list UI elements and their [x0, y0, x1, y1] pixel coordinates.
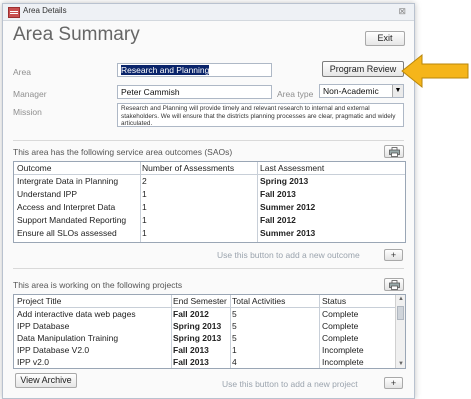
program-review-button[interactable]: Program Review [322, 61, 404, 77]
page-title: Area Summary [13, 24, 140, 45]
project-title: IPP Database [17, 321, 70, 331]
divider [13, 140, 404, 141]
outcomes-table: Outcome Number of Assessments Last Asses… [13, 161, 406, 243]
project-status: Complete [322, 309, 359, 319]
total-activities: 5 [232, 333, 237, 343]
project-title: IPP v2.0 [17, 357, 49, 367]
project-status: Complete [322, 321, 359, 331]
area-field[interactable]: Research and Planning [117, 63, 272, 77]
print-projects-button[interactable] [384, 278, 404, 291]
column-header-total-activities[interactable]: Total Activities [232, 296, 285, 306]
outcome-name: Intergrate Data in Planning [17, 176, 119, 186]
add-outcome-button[interactable]: + [384, 249, 403, 261]
manager-label: Manager [13, 89, 47, 99]
assessment-count: 1 [142, 228, 147, 238]
column-header-number-of-assessments[interactable]: Number of Assessments [142, 163, 234, 173]
assessment-count: 2 [142, 176, 147, 186]
column-header-status[interactable]: Status [322, 296, 346, 306]
total-activities: 5 [232, 309, 237, 319]
total-activities: 5 [232, 321, 237, 331]
exit-button[interactable]: Exit [365, 31, 405, 46]
last-assessment: Fall 2013 [260, 189, 296, 199]
projects-section-title: This area is working on the following pr… [13, 280, 183, 290]
mission-label: Mission [13, 107, 42, 117]
end-semester: Fall 2013 [173, 357, 209, 367]
assessment-count: 1 [142, 202, 147, 212]
outcome-name: Access and Interpret Data [17, 202, 116, 212]
outcome-name: Support Mandated Reporting [17, 215, 127, 225]
end-semester: Spring 2013 [173, 321, 222, 331]
total-activities: 4 [232, 357, 237, 367]
title-bar: Area Details ⊠ [3, 4, 414, 21]
projects-scrollbar[interactable]: ▲ ▼ [395, 295, 405, 368]
end-semester: Spring 2013 [173, 333, 222, 343]
end-semester: Fall 2012 [173, 309, 209, 319]
outcomes-section-title: This area has the following service area… [13, 147, 233, 157]
form-icon [8, 7, 20, 18]
header-divider [14, 307, 397, 308]
area-field-value: Research and Planning [121, 65, 210, 75]
scroll-up-icon[interactable]: ▲ [398, 296, 404, 302]
printer-icon [389, 280, 400, 290]
last-assessment: Fall 2012 [260, 215, 296, 225]
header-divider [14, 174, 405, 175]
outcome-name: Understand IPP [17, 189, 78, 199]
divider [13, 268, 404, 269]
add-project-button[interactable]: + [384, 377, 403, 389]
total-activities: 1 [232, 345, 237, 355]
project-status: Incomplete [322, 345, 364, 355]
end-semester: Fall 2013 [173, 345, 209, 355]
scroll-down-icon[interactable]: ▼ [398, 361, 404, 367]
view-archive-button[interactable]: View Archive [15, 373, 77, 388]
add-project-hint: Use this button to add a new project [222, 379, 358, 389]
last-assessment: Summer 2013 [260, 228, 316, 238]
assessment-count: 1 [142, 189, 147, 199]
area-label: Area [13, 67, 31, 77]
manager-field[interactable]: Peter Cammish [117, 85, 272, 99]
project-title: Add interactive data web pages [17, 309, 136, 319]
column-header-last-assessment[interactable]: Last Assessment [260, 163, 324, 173]
outcome-name: Ensure all SLOs assessed [17, 228, 117, 238]
close-icon[interactable]: ⊠ [398, 6, 406, 17]
area-type-label: Area type [277, 89, 314, 99]
column-header-outcome[interactable]: Outcome [17, 163, 52, 173]
last-assessment: Spring 2013 [260, 176, 309, 186]
area-details-window: Area Details ⊠ Area Summary Exit Area Re… [2, 3, 415, 399]
project-title: IPP Database V2.0 [17, 345, 90, 355]
projects-table: Project Title End Semester Total Activit… [13, 294, 406, 369]
arrow-left-icon [401, 53, 469, 89]
window-title: Area Details [23, 6, 67, 15]
last-assessment: Summer 2012 [260, 202, 316, 212]
project-status: Complete [322, 333, 359, 343]
printer-icon [389, 147, 400, 157]
print-outcomes-button[interactable] [384, 145, 404, 158]
area-type-select[interactable]: Non-Academic ▼ [319, 84, 404, 98]
add-outcome-hint: Use this button to add a new outcome [217, 250, 360, 260]
mission-field[interactable]: Research and Planning will provide timel… [117, 103, 404, 127]
column-header-project-title[interactable]: Project Title [17, 296, 61, 306]
scroll-thumb[interactable] [397, 306, 404, 320]
area-type-value: Non-Academic [323, 86, 379, 96]
project-title: Data Manipulation Training [17, 333, 119, 343]
project-status: Incomplete [322, 357, 364, 367]
column-header-end-semester[interactable]: End Semester [173, 296, 227, 306]
assessment-count: 1 [142, 215, 147, 225]
